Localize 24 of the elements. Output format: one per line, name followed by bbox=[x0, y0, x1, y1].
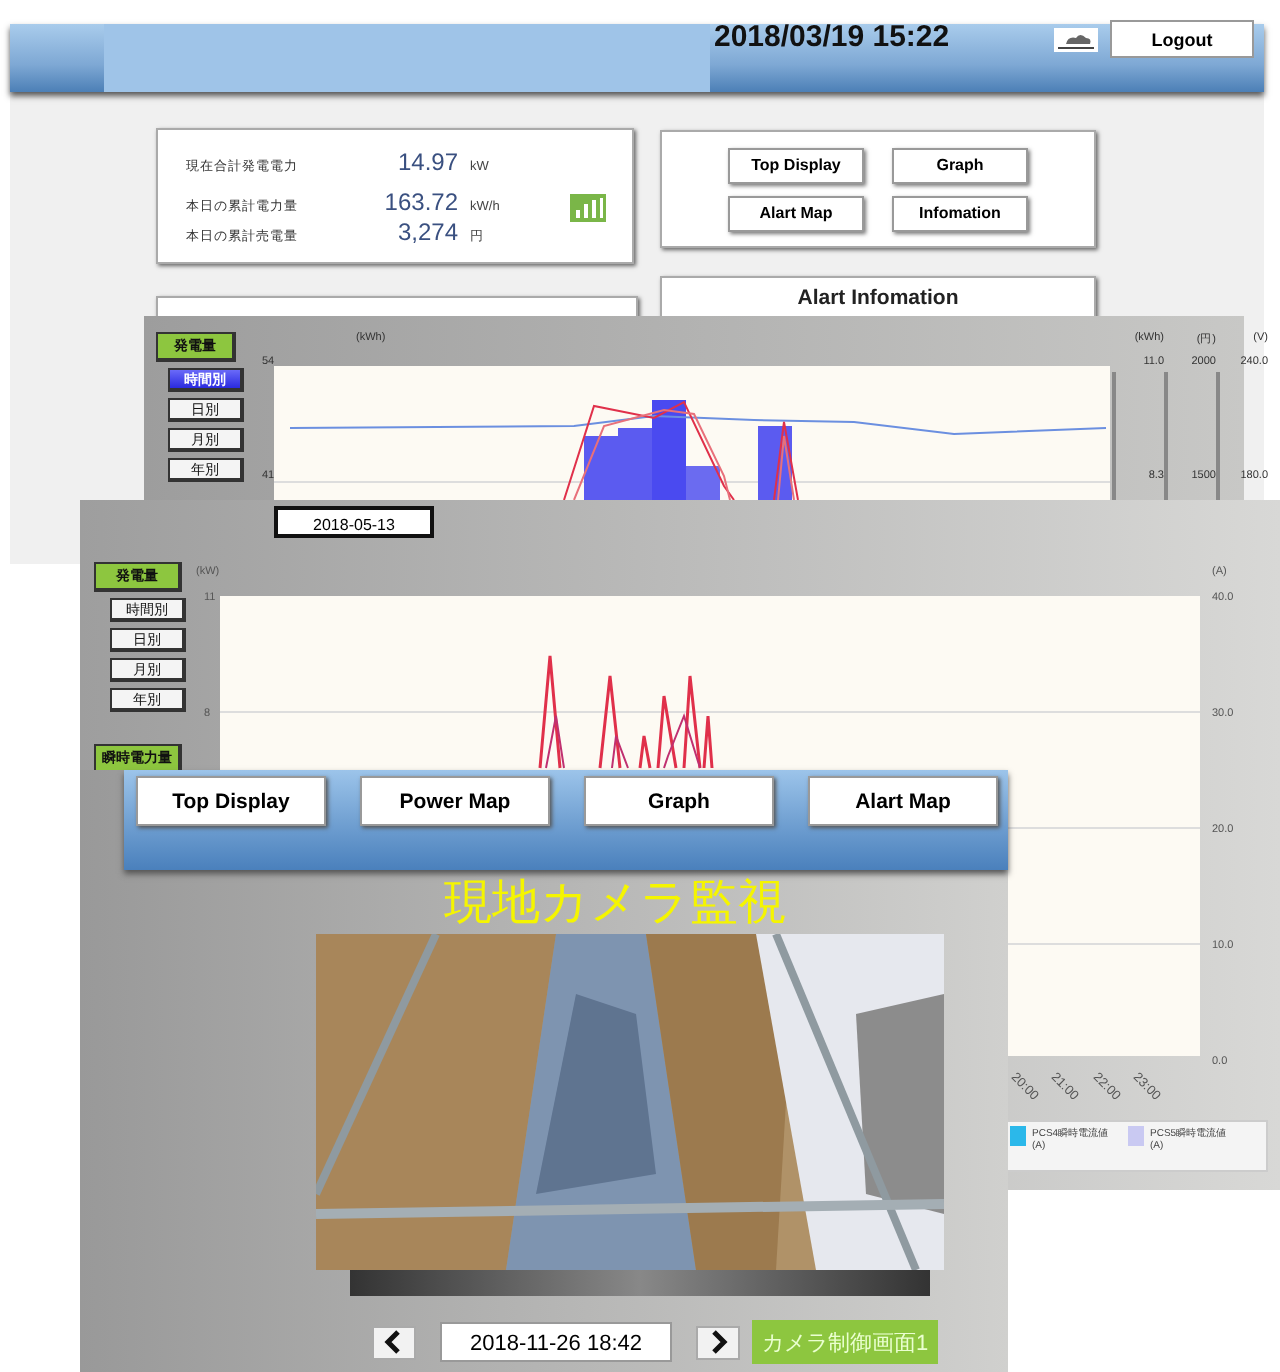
datetime-field[interactable]: 2018-11-26 18:42 bbox=[440, 1322, 672, 1362]
nav-button[interactable]: Top Display bbox=[136, 776, 326, 826]
chart-bar bbox=[618, 428, 652, 500]
nav-button[interactable]: Alart Map bbox=[728, 195, 864, 231]
date-field[interactable]: 2018-05-13 bbox=[274, 506, 434, 538]
camera-title: 現地カメラ監視 bbox=[444, 874, 786, 934]
stat-value: 163.72 bbox=[382, 188, 458, 216]
cloud-icon bbox=[1054, 28, 1098, 52]
nav-button[interactable]: Alart Map bbox=[808, 776, 998, 826]
chevron-left-icon bbox=[384, 1330, 404, 1354]
previous-button[interactable] bbox=[372, 1325, 416, 1359]
header-datetime: 2018/03/19 15:22 bbox=[714, 20, 950, 54]
nav-button[interactable]: Graph bbox=[584, 776, 774, 826]
nav-button[interactable]: Graph bbox=[892, 147, 1028, 183]
stat-value: 14.97 bbox=[395, 148, 458, 176]
nav-button[interactable]: Top Display bbox=[728, 147, 864, 183]
next-button[interactable] bbox=[696, 1325, 740, 1359]
logout-button[interactable]: Logout bbox=[1110, 20, 1254, 58]
nav-button[interactable]: Power Map bbox=[360, 776, 550, 826]
nav-button[interactable]: Infomation bbox=[892, 195, 1028, 231]
alert-title: Alart Infomation bbox=[797, 286, 959, 310]
stat-value: 3,274 bbox=[395, 218, 458, 246]
chevron-right-icon bbox=[708, 1330, 728, 1354]
chart-bar bbox=[584, 436, 618, 500]
